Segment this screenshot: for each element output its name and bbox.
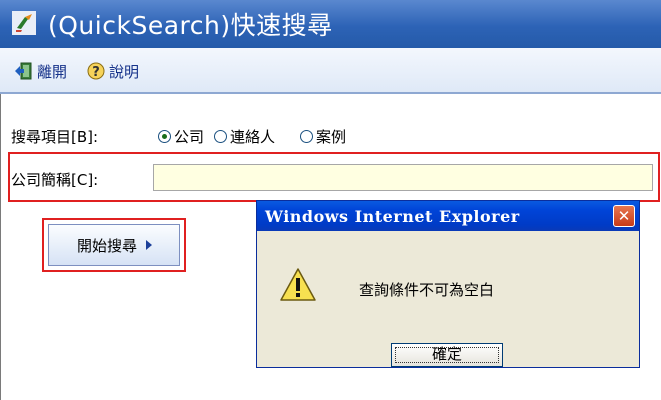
svg-text:?: ?	[92, 65, 100, 80]
play-arrow-icon	[146, 240, 153, 250]
exit-label: 離開	[37, 62, 68, 81]
app-titlebar: (QuickSearch)快速搜尋	[0, 0, 661, 48]
content-left-border	[0, 94, 1, 400]
radio-contact[interactable]: 連絡人	[214, 126, 275, 146]
radio-company-label: 公司	[174, 127, 205, 146]
exit-button[interactable]: 離開	[14, 60, 67, 82]
toolbar: 離開 ? 說明	[0, 48, 661, 94]
radio-company[interactable]: 公司	[158, 126, 204, 146]
close-icon[interactable]: ✕	[613, 205, 635, 227]
ok-label: 確定	[431, 345, 462, 363]
start-search-button[interactable]: 開始搜尋	[48, 224, 180, 266]
company-short-input[interactable]	[153, 164, 653, 191]
help-button[interactable]: ? 說明	[86, 60, 139, 82]
radio-contact-label: 連絡人	[230, 127, 276, 146]
start-search-label: 開始搜尋	[77, 236, 138, 255]
warning-icon	[280, 268, 316, 301]
dialog-title: Windows Internet Explorer	[265, 207, 520, 226]
window-title: (QuickSearch)快速搜尋	[48, 11, 333, 40]
app-logo-icon	[12, 11, 36, 35]
exit-icon	[15, 62, 32, 80]
radio-case-circle[interactable]	[300, 129, 313, 143]
radio-company-circle[interactable]	[158, 129, 171, 143]
alert-dialog: Windows Internet Explorer ✕ 查詢條件不可為空白 確定	[256, 200, 640, 368]
radio-case[interactable]: 案例	[300, 126, 346, 146]
help-label: 說明	[109, 62, 140, 81]
search-item-label: 搜尋項目[B]:	[11, 128, 99, 146]
dialog-message: 查詢條件不可為空白	[359, 281, 495, 299]
radio-case-label: 案例	[316, 127, 347, 146]
ok-button[interactable]: 確定	[391, 343, 503, 367]
dialog-titlebar[interactable]: Windows Internet Explorer ✕	[257, 201, 639, 231]
radio-contact-circle[interactable]	[214, 129, 227, 143]
help-icon: ?	[87, 62, 105, 80]
company-short-label: 公司簡稱[C]:	[11, 171, 99, 189]
